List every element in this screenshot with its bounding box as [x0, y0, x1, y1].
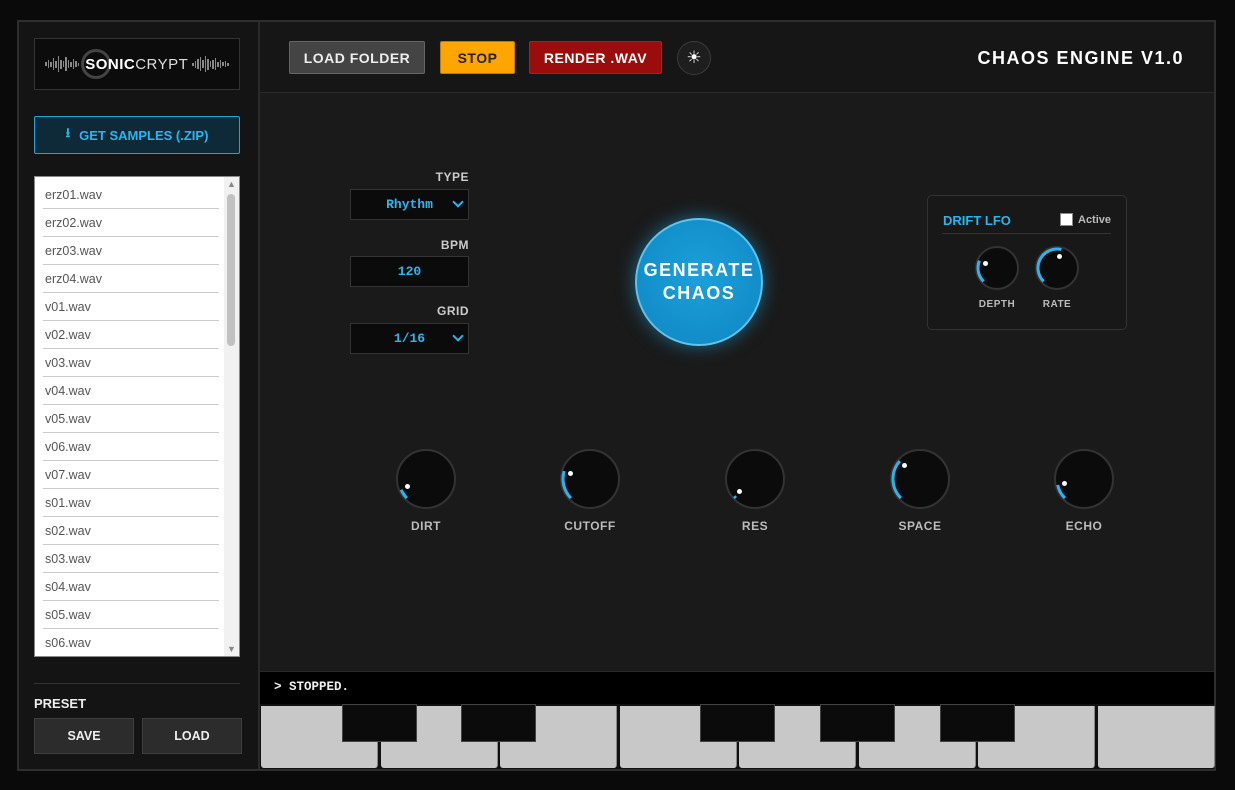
piano-black-key[interactable] [342, 704, 417, 742]
type-select[interactable]: Rhythm [350, 189, 469, 220]
knob-arc [1036, 247, 1062, 283]
list-item[interactable]: s03.wav [43, 545, 219, 573]
header-toolbar: LOAD FOLDER STOP RENDER .WAV ☀ CHAOS ENG… [260, 22, 1214, 93]
get-samples-label: GET SAMPLES (.ZIP) [79, 127, 209, 143]
list-item[interactable]: v06.wav [43, 433, 219, 461]
grid-value: 1/16 [393, 331, 426, 346]
render-wav-button[interactable]: RENDER .WAV [529, 41, 662, 74]
list-item[interactable]: v05.wav [43, 405, 219, 433]
lfo-title: DRIFT LFO [943, 213, 1011, 228]
logo: SONICCRYPT [34, 38, 240, 90]
knob-arc [1056, 484, 1067, 500]
generate-line1: GENERATE [643, 260, 755, 280]
list-item[interactable]: s05.wav [43, 601, 219, 629]
scrollbar[interactable]: ▲ ▼ [224, 177, 239, 656]
preset-label: PRESET [34, 696, 87, 711]
scroll-thumb[interactable] [227, 194, 235, 346]
drift-lfo-panel: DRIFT LFO Active DEPTH RATE [927, 195, 1127, 330]
main-panel: TYPE Rhythm BPM 120 GRID 1/16 GENERATE C… [260, 93, 1214, 671]
waveform-icon [192, 54, 229, 74]
grid-label: GRID [437, 304, 469, 318]
type-value: Rhythm [386, 197, 433, 212]
logo-sonic: SONIC [85, 55, 136, 73]
list-item[interactable]: s01.wav [43, 489, 219, 517]
bpm-input[interactable]: 120 [350, 256, 469, 287]
piano-white-key[interactable] [1097, 706, 1215, 768]
lfo-active-label: Active [1078, 214, 1112, 226]
stop-button[interactable]: STOP [440, 41, 515, 74]
download-icon: ⭳ [65, 125, 71, 140]
get-samples-button[interactable]: ⭳ GET SAMPLES (.ZIP) [34, 116, 240, 154]
piano-keyboard [260, 704, 1215, 769]
generate-chaos-button[interactable]: GENERATE CHAOS [635, 218, 763, 346]
knob-indicator [1061, 480, 1067, 486]
depth-knob[interactable] [975, 246, 1019, 290]
chevron-down-icon [452, 330, 464, 342]
list-item[interactable]: erz02.wav [43, 209, 219, 237]
chevron-down-icon [452, 196, 464, 208]
list-item[interactable]: v01.wav [43, 293, 219, 321]
list-item[interactable]: s04.wav [43, 573, 219, 601]
list-item[interactable]: v04.wav [43, 377, 219, 405]
app-title: CHAOS ENGINE V1.0 [977, 48, 1184, 68]
dirt-knob[interactable] [396, 449, 456, 509]
res-label: RES [741, 519, 769, 533]
knob-arc [976, 260, 985, 283]
space-label: SPACE [898, 519, 942, 533]
load-folder-button[interactable]: LOAD FOLDER [289, 41, 425, 74]
waveform-icon [45, 54, 80, 74]
sidebar: SONICCRYPT ⭳ GET SAMPLES (.ZIP) erz01.wa… [19, 22, 260, 769]
app-window: SONICCRYPT ⭳ GET SAMPLES (.ZIP) erz01.wa… [17, 20, 1216, 771]
sample-file-list[interactable]: erz01.wav erz02.wav erz03.wav erz04.wav v01.… [34, 176, 240, 657]
list-item[interactable]: s02.wav [43, 517, 219, 545]
echo-knob[interactable] [1054, 449, 1114, 509]
knob-arc [733, 495, 737, 500]
piano-black-key[interactable] [700, 704, 775, 742]
rate-knob[interactable] [1035, 246, 1079, 290]
list-item[interactable]: v02.wav [43, 321, 219, 349]
piano-black-key[interactable] [820, 704, 895, 742]
type-label: TYPE [435, 170, 469, 184]
knob-arc [561, 470, 573, 500]
theme-toggle-button[interactable]: ☀ [677, 41, 711, 75]
load-preset-button[interactable]: LOAD [142, 718, 242, 754]
res-knob[interactable] [725, 449, 785, 509]
echo-label: ECHO [1065, 519, 1103, 533]
dirt-label: DIRT [411, 519, 441, 533]
bpm-value: 120 [397, 264, 422, 279]
logo-crypt: CRYPT [135, 55, 189, 73]
cutoff-label: CUTOFF [564, 519, 616, 533]
sun-icon: ☀ [686, 48, 702, 67]
scroll-down-icon[interactable]: ▼ [224, 642, 239, 656]
bpm-label: BPM [440, 238, 469, 252]
scroll-up-icon[interactable]: ▲ [224, 177, 239, 191]
space-knob[interactable] [890, 449, 950, 509]
list-item[interactable]: s06.wav [43, 629, 219, 656]
piano-black-key[interactable] [940, 704, 1015, 742]
save-preset-button[interactable]: SAVE [34, 718, 134, 754]
divider [942, 233, 1111, 234]
lfo-active-checkbox[interactable] [1060, 213, 1073, 226]
list-item[interactable]: v07.wav [43, 461, 219, 489]
knob-arc [891, 460, 903, 500]
piano-black-key[interactable] [461, 704, 536, 742]
divider [34, 683, 240, 684]
list-item[interactable]: erz03.wav [43, 237, 219, 265]
grid-select[interactable]: 1/16 [350, 323, 469, 354]
generate-line2: CHAOS [662, 283, 736, 303]
cutoff-knob[interactable] [560, 449, 620, 509]
list-item[interactable]: erz04.wav [43, 265, 219, 293]
knob-arc [399, 489, 409, 500]
status-console: > STOPPED. [260, 671, 1214, 704]
rate-label: RATE [1042, 299, 1072, 310]
depth-label: DEPTH [978, 299, 1016, 310]
list-item[interactable]: v03.wav [43, 349, 219, 377]
list-item[interactable]: erz01.wav [43, 181, 219, 209]
